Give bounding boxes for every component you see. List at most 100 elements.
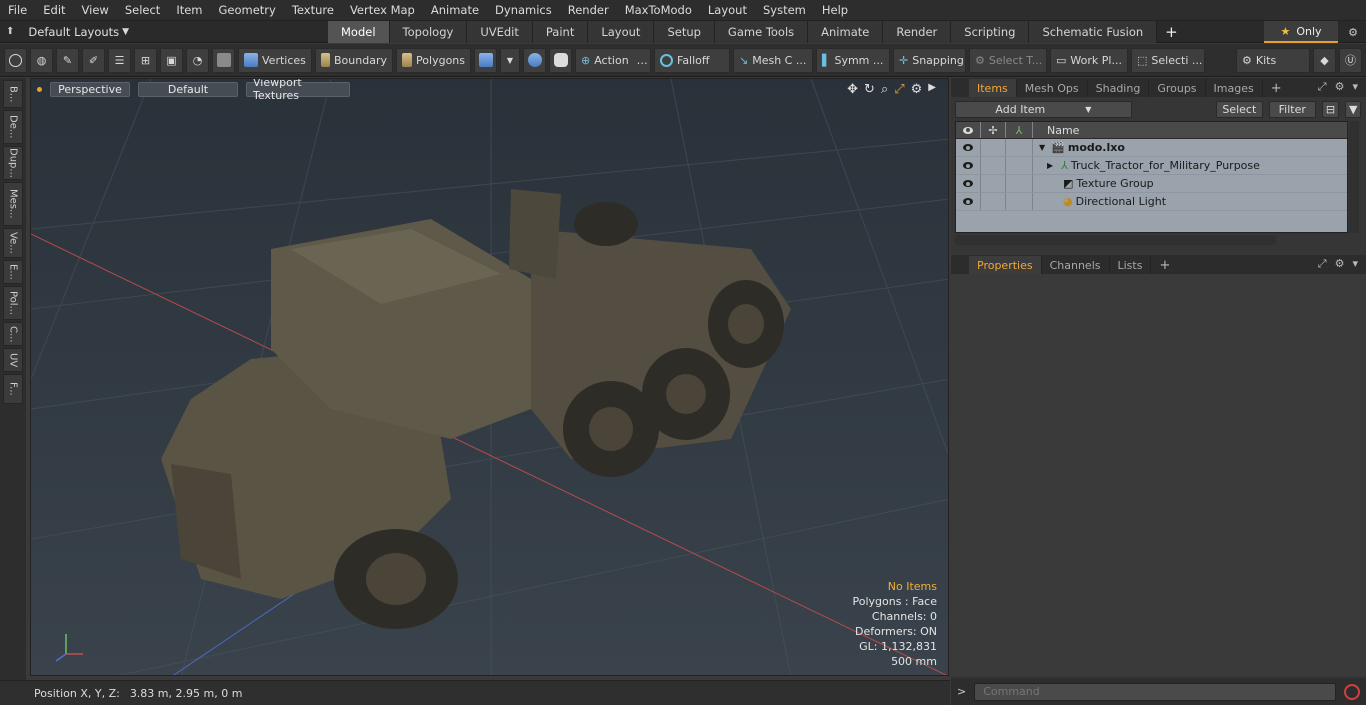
left-tab-basic[interactable]: B... — [3, 80, 23, 108]
tree-row-mesh[interactable]: ▶ ⅄ Truck_Tractor_for_Military_Purpose — [956, 157, 1347, 175]
unreal-button[interactable]: Ⓤ — [1339, 47, 1362, 73]
tree-row-texture-group[interactable]: ◩ Texture Group — [956, 175, 1347, 193]
boundary-button[interactable]: Boundary — [315, 47, 393, 73]
shield-button[interactable] — [549, 47, 572, 73]
gear-icon[interactable]: ⚙ — [911, 82, 923, 97]
unity-button[interactable]: ◆ — [1313, 47, 1336, 73]
expand-icon[interactable]: ⤢ — [1318, 257, 1327, 271]
command-input[interactable] — [974, 682, 1337, 701]
action-center-button[interactable]: ⊕ Action… — [575, 47, 651, 73]
tab-properties[interactable]: Properties — [969, 256, 1042, 274]
menu-texture[interactable]: Texture — [284, 3, 342, 17]
add-tab-button[interactable]: + — [1151, 256, 1178, 274]
work-plane-button[interactable]: ▭ Work Pl... — [1050, 47, 1128, 73]
tab-channels[interactable]: Channels — [1042, 256, 1110, 274]
circle-select-button[interactable] — [4, 47, 27, 73]
symmetry-button[interactable]: ▌ Symm ... — [816, 47, 890, 73]
type-column[interactable]: ⅄ — [1006, 122, 1033, 138]
perspective-dropdown[interactable]: Perspective — [50, 81, 130, 97]
move-icon[interactable]: ✥ — [847, 82, 858, 97]
frame-button[interactable]: ▣ — [160, 47, 183, 73]
add-tab-button[interactable]: + — [1263, 79, 1290, 97]
filter-button[interactable]: Filter — [1268, 101, 1316, 118]
menu-help[interactable]: Help — [814, 3, 856, 17]
rotate-icon[interactable]: ↻ — [864, 82, 875, 97]
add-item-button[interactable]: Add Item ▼ — [955, 101, 1132, 118]
viewport-3d[interactable]: Perspective Default Viewport Textures ✥ … — [30, 78, 949, 676]
menu-maxtomodo[interactable]: MaxToModo — [617, 3, 700, 17]
tab-mesh-ops[interactable]: Mesh Ops — [1017, 79, 1088, 97]
snapping-button[interactable]: ✛ Snapping — [893, 47, 966, 73]
menu-view[interactable]: View — [74, 3, 117, 17]
menu-animate[interactable]: Animate — [423, 3, 487, 17]
visibility-column[interactable] — [956, 122, 981, 138]
collapse-button[interactable]: ⊟ — [1321, 101, 1340, 118]
left-tab-curve[interactable]: C... — [3, 322, 23, 346]
gear-icon[interactable]: ⚙ — [1340, 21, 1366, 43]
left-tab-polygon[interactable]: Pol... — [3, 286, 23, 320]
polygons-button[interactable]: Polygons — [396, 47, 471, 73]
add-tab-button[interactable]: + — [1157, 21, 1186, 43]
material-dropdown[interactable]: ▼ — [500, 47, 520, 73]
tab-layout[interactable]: Layout — [588, 20, 655, 43]
menu-edit[interactable]: Edit — [35, 3, 73, 17]
zoom-icon[interactable]: ⌕ — [881, 82, 888, 97]
tab-items[interactable]: Items — [969, 79, 1017, 97]
grid-button[interactable]: ⊞ — [134, 47, 157, 73]
expand-triangle-icon[interactable]: ▶ — [1047, 161, 1053, 170]
tab-paint[interactable]: Paint — [532, 20, 589, 43]
tab-images[interactable]: Images — [1206, 79, 1263, 97]
dial-button[interactable]: ◔ — [186, 47, 209, 73]
layouts-dropdown[interactable]: ⬆ Default Layouts ▼ — [0, 21, 328, 43]
tab-scripting[interactable]: Scripting — [951, 20, 1030, 43]
shading-dropdown[interactable]: Default — [138, 81, 238, 97]
viewport-textures-dropdown[interactable]: Viewport Textures — [246, 79, 350, 102]
layers-button[interactable]: ☰ — [108, 47, 131, 73]
left-tab-uv[interactable]: UV — [3, 348, 23, 372]
menu-geometry[interactable]: Geometry — [211, 3, 284, 17]
left-tab-edge[interactable]: E... — [3, 260, 23, 284]
visibility-toggle[interactable] — [956, 157, 981, 174]
tab-animate[interactable]: Animate — [808, 20, 884, 43]
tab-setup[interactable]: Setup — [654, 20, 715, 43]
cube-button[interactable] — [212, 47, 235, 73]
menu-render[interactable]: Render — [560, 3, 617, 17]
menu-vertex-map[interactable]: Vertex Map — [342, 3, 423, 17]
lock-column[interactable]: ✢ — [981, 122, 1006, 138]
gear-icon[interactable]: ⚙ — [1335, 80, 1345, 94]
maximize-icon[interactable]: ⤢ — [894, 82, 904, 97]
chevron-down-icon[interactable]: ▾ — [1352, 257, 1358, 271]
left-tab-deform[interactable]: De... — [3, 110, 23, 144]
tab-topology[interactable]: Topology — [389, 20, 468, 43]
visibility-toggle[interactable] — [956, 139, 981, 156]
tab-game-tools[interactable]: Game Tools — [714, 20, 809, 43]
play-icon[interactable]: ▶ — [928, 82, 936, 97]
left-tab-mesh-edit[interactable]: Mes... — [3, 182, 23, 226]
visibility-toggle[interactable] — [956, 175, 981, 192]
menu-system[interactable]: System — [755, 3, 814, 17]
pen-button[interactable]: ✎ — [56, 47, 79, 73]
tab-render[interactable]: Render — [883, 20, 952, 43]
globe-button[interactable]: ◍ — [30, 47, 53, 73]
record-icon[interactable] — [1344, 683, 1361, 700]
left-tab-fusion[interactable]: F... — [3, 374, 23, 404]
gear-icon[interactable]: ⚙ — [1335, 257, 1345, 271]
menu-file[interactable]: File — [0, 3, 35, 17]
kits-button[interactable]: ⚙ Kits — [1236, 47, 1310, 73]
tree-horizontal-scrollbar[interactable] — [955, 235, 1276, 245]
brush-button[interactable]: ✐ — [82, 47, 105, 73]
menu-item[interactable]: Item — [168, 3, 210, 17]
tab-uvedit[interactable]: UVEdit — [467, 20, 533, 43]
funnel-button[interactable]: ▼ — [1345, 101, 1362, 118]
menu-dynamics[interactable]: Dynamics — [487, 3, 560, 17]
collapse-triangle-icon[interactable]: ▼ — [1039, 143, 1045, 152]
tree-vertical-scrollbar[interactable] — [1349, 121, 1359, 233]
menu-select[interactable]: Select — [117, 3, 168, 17]
falloff-button[interactable]: Falloff — [654, 47, 730, 73]
only-toggle[interactable]: ★ Only — [1264, 21, 1338, 43]
chevron-down-icon[interactable]: ▾ — [1352, 80, 1358, 94]
left-tab-duplicate[interactable]: Dup... — [3, 146, 23, 180]
visibility-toggle[interactable] — [956, 193, 981, 210]
mesh-constraint-button[interactable]: ↘ Mesh C ... — [733, 47, 813, 73]
expand-icon[interactable]: ⤢ — [1318, 80, 1327, 94]
